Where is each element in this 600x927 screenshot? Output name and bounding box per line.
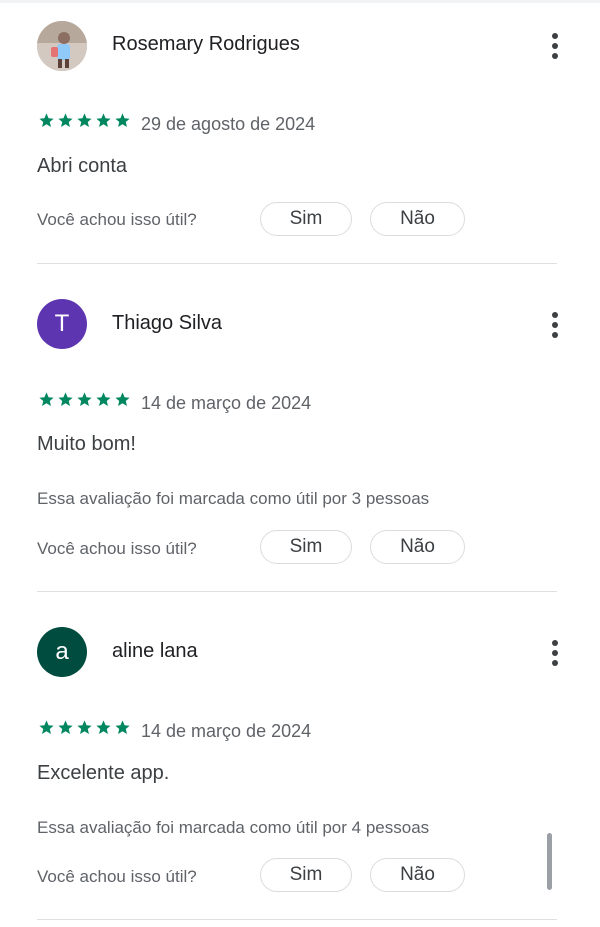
avatar-letter: a (55, 638, 69, 665)
star-rating (38, 112, 131, 129)
avatar[interactable]: T (37, 299, 87, 349)
scrollbar-thumb[interactable] (547, 833, 552, 890)
review-divider (37, 919, 557, 920)
star-rating (38, 391, 131, 408)
helpful-question: Você achou isso útil? (37, 539, 197, 558)
star-icon (77, 720, 92, 735)
star-icon (77, 113, 92, 128)
helpful-count: Essa avaliação foi marcada como útil por… (37, 489, 430, 508)
star-icon (39, 113, 54, 128)
helpful-question: Você achou isso útil? (37, 867, 197, 886)
avatar[interactable]: a (37, 627, 87, 677)
review-date: 14 de março de 2024 (141, 393, 312, 413)
star-icon (115, 113, 130, 128)
helpful-yes-button[interactable]: Sim (260, 202, 352, 236)
review-text: Excelente app. (37, 762, 170, 784)
helpful-yes-button[interactable]: Sim (260, 530, 352, 564)
review-date: 14 de março de 2024 (141, 721, 312, 741)
review-text: Abri conta (37, 155, 128, 177)
star-icon (96, 113, 111, 128)
more-vert-icon[interactable] (543, 639, 567, 667)
helpful-question: Você achou isso útil? (37, 210, 197, 229)
helpful-no-button[interactable]: Não (370, 530, 465, 564)
star-icon (39, 720, 54, 735)
helpful-count: Essa avaliação foi marcada como útil por… (37, 818, 430, 837)
top-divider (0, 0, 600, 3)
helpful-yes-button[interactable]: Sim (260, 858, 352, 892)
review-divider (37, 591, 557, 592)
avatar[interactable] (37, 21, 87, 71)
star-icon (58, 720, 73, 735)
star-icon (115, 392, 130, 407)
helpful-no-button[interactable]: Não (370, 202, 465, 236)
review-text: Muito bom! (37, 433, 136, 455)
avatar-photo (37, 21, 87, 71)
star-icon (58, 113, 73, 128)
review-date: 29 de agosto de 2024 (141, 114, 316, 134)
more-vert-icon[interactable] (543, 32, 567, 60)
review-divider (37, 263, 557, 264)
more-vert-icon[interactable] (543, 311, 567, 339)
avatar-letter: T (54, 310, 70, 337)
star-icon (58, 392, 73, 407)
review-author: aline lana (112, 640, 198, 662)
star-icon (77, 392, 92, 407)
review-author: Rosemary Rodrigues (112, 33, 300, 55)
star-icon (96, 720, 111, 735)
star-icon (96, 392, 111, 407)
star-icon (115, 720, 130, 735)
star-rating (38, 719, 131, 736)
star-icon (39, 392, 54, 407)
review-author: Thiago Silva (112, 312, 223, 334)
helpful-no-button[interactable]: Não (370, 858, 465, 892)
